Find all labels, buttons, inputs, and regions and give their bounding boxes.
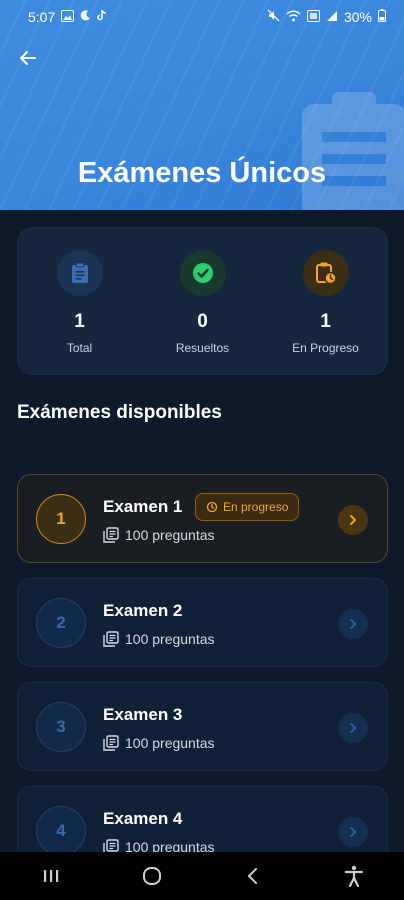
exam-name: Examen 2 <box>103 601 183 620</box>
header: 5:07 30% Exámenes Únicos <box>0 0 404 210</box>
open-exam-button[interactable] <box>338 609 368 639</box>
volte-icon <box>306 9 320 25</box>
status-bar: 5:07 30% <box>0 0 404 34</box>
stat-in-progress-value: 1 <box>320 311 331 332</box>
clipboard-clock-icon <box>302 250 349 296</box>
stat-total: 1 Total <box>25 250 135 355</box>
exam-number: 4 <box>36 806 86 856</box>
open-exam-button[interactable] <box>338 505 368 535</box>
exam-questions: 100 preguntas <box>125 631 215 647</box>
open-exam-button[interactable] <box>338 713 368 743</box>
home-circle-icon <box>142 867 161 885</box>
exam-questions: 100 preguntas <box>125 735 215 751</box>
exam-card-1[interactable]: 1 Examen 1 En progreso 100 preguntas <box>17 474 388 563</box>
tiktok-icon <box>97 9 107 24</box>
battery-icon <box>378 9 386 25</box>
check-circle-icon <box>179 250 226 296</box>
status-time: 5:07 <box>28 9 56 25</box>
accessibility-button[interactable] <box>334 856 374 896</box>
exam-meta: 100 preguntas <box>103 735 215 751</box>
stat-resolved-label: Resueltos <box>175 341 230 355</box>
chevron-right-icon <box>350 515 356 525</box>
exam-name: Examen 3 <box>103 705 183 724</box>
exam-name: Examen 1 <box>103 497 183 516</box>
moon-icon <box>80 10 91 24</box>
arrow-left-icon <box>20 51 36 65</box>
exam-list: 1 Examen 1 En progreso 100 preguntas 2 E… <box>17 474 388 890</box>
chevron-right-icon <box>350 619 356 629</box>
library-books-icon <box>103 631 119 647</box>
back-nav-button[interactable] <box>233 856 273 896</box>
system-nav-bar <box>0 852 404 900</box>
exam-meta: 100 preguntas <box>103 527 215 543</box>
open-exam-button[interactable] <box>338 817 368 847</box>
gallery-icon <box>61 9 75 25</box>
battery-percent: 30% <box>343 9 372 25</box>
exam-number: 2 <box>36 598 86 648</box>
stat-in-progress: 1 En Progreso <box>271 250 381 355</box>
section-title: Exámenes disponibles <box>17 402 222 423</box>
chevron-left-icon <box>247 868 257 884</box>
recent-apps-button[interactable] <box>31 856 71 896</box>
status-badge: En progreso <box>195 493 300 521</box>
stats-card: 1 Total 0 Resueltos 1 En Progreso <box>17 227 388 375</box>
exam-meta: 100 preguntas <box>103 631 215 647</box>
back-button[interactable] <box>14 44 42 72</box>
stat-in-progress-label: En Progreso <box>292 341 359 355</box>
history-icon <box>206 501 218 513</box>
library-books-icon <box>103 735 119 751</box>
library-books-icon <box>103 527 119 543</box>
stat-total-value: 1 <box>74 311 85 332</box>
accessibility-icon <box>344 865 363 887</box>
home-button[interactable] <box>132 856 172 896</box>
wifi-icon <box>286 9 301 25</box>
chevron-right-icon <box>350 723 356 733</box>
exam-card-3[interactable]: 3 Examen 3 100 preguntas <box>17 682 388 771</box>
exam-questions: 100 preguntas <box>125 527 215 543</box>
mute-icon <box>267 9 280 25</box>
stat-resolved-value: 0 <box>197 311 208 332</box>
page-title: Exámenes Únicos <box>77 157 327 189</box>
signal-icon <box>326 10 338 25</box>
exam-number: 1 <box>36 494 86 544</box>
status-badge-label: En progreso <box>223 500 289 514</box>
exam-number: 3 <box>36 702 86 752</box>
recent-apps-icon <box>43 870 58 882</box>
stat-resolved: 0 Resueltos <box>148 250 258 355</box>
chevron-right-icon <box>350 827 356 837</box>
exam-card-2[interactable]: 2 Examen 2 100 preguntas <box>17 578 388 667</box>
clipboard-watermark-icon <box>302 92 404 210</box>
exam-name: Examen 4 <box>103 809 183 828</box>
clipboard-icon <box>56 250 103 296</box>
stat-total-label: Total <box>66 341 93 355</box>
